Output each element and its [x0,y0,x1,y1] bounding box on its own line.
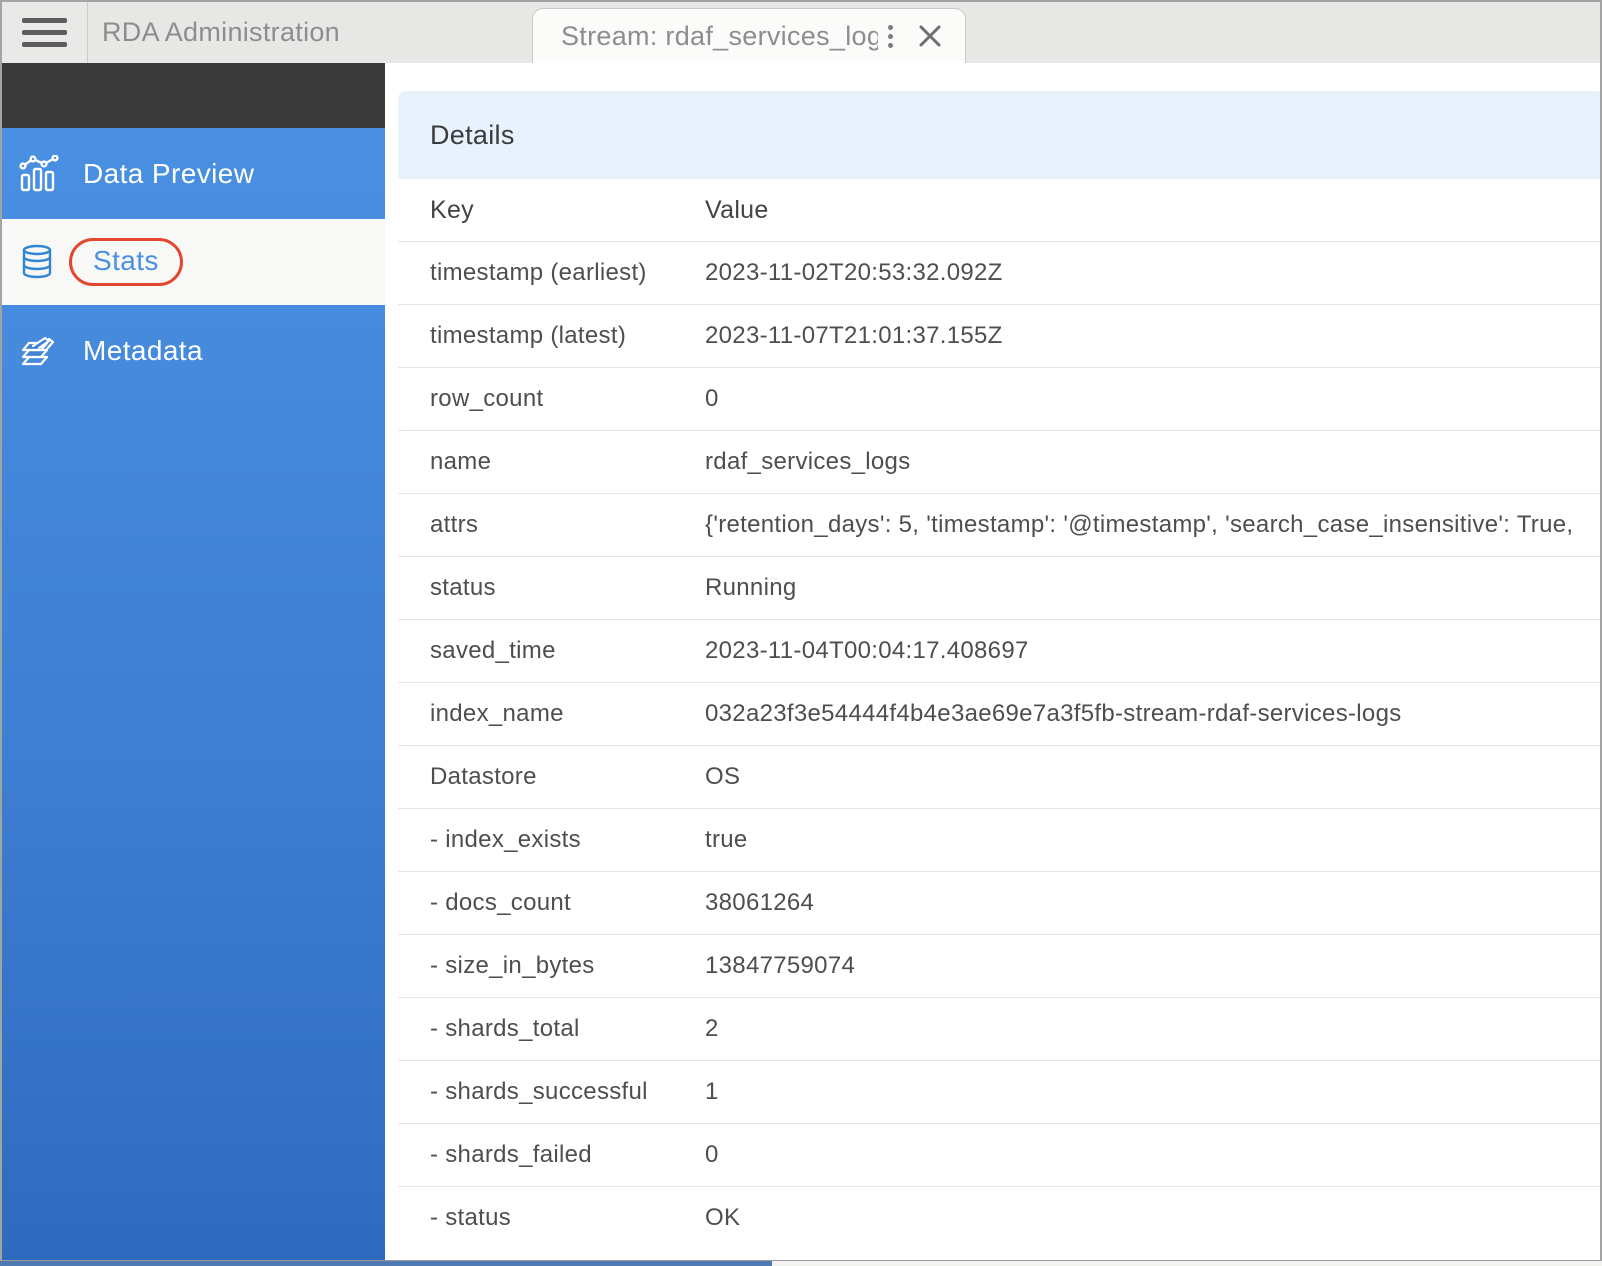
window-bottom-edge-accent [0,1261,772,1266]
table-row: - shards_failed 0 [398,1123,1600,1186]
sidebar-item-data-preview[interactable]: Data Preview [2,128,385,219]
main-content: Details Key Value timestamp (earliest) 2… [385,63,1600,1260]
row-key: - shards_successful [398,1078,705,1106]
row-value: 0 [705,385,1600,413]
table-row: saved_time 2023-11-04T00:04:17.408697 [398,619,1600,682]
table-row: row_count 0 [398,367,1600,430]
row-value: rdaf_services_logs [705,448,1600,476]
table-row: index_name 032a23f3e54444f4b4e3ae69e7a3f… [398,682,1600,745]
tab-bar-filler [966,2,1600,63]
kebab-menu-icon[interactable] [878,19,903,54]
row-key: attrs [398,511,705,539]
database-icon [19,244,59,280]
row-key: - shards_failed [398,1141,705,1169]
row-key: - shards_total [398,1015,705,1043]
table-row: attrs {'retention_days': 5, 'timestamp':… [398,493,1600,556]
table-row: - index_exists true [398,808,1600,871]
hamburger-icon [22,18,67,47]
row-value: 2023-11-04T00:04:17.408697 [705,637,1600,665]
sidebar-header [2,63,385,128]
row-value: 13847759074 [705,952,1600,980]
table-row: - docs_count 38061264 [398,871,1600,934]
column-header-key: Key [398,196,705,225]
table-row: - shards_successful 1 [398,1060,1600,1123]
sidebar-item-metadata[interactable]: Metadata [2,305,385,396]
close-icon[interactable] [917,23,943,49]
row-value: 0 [705,1141,1600,1169]
row-key: - docs_count [398,889,705,917]
app-window: RDA Administration Stream: rdaf_services… [0,0,1602,1262]
row-value: 2 [705,1015,1600,1043]
row-value: {'retention_days': 5, 'timestamp': '@tim… [705,511,1600,539]
row-value: 032a23f3e54444f4b4e3ae69e7a3f5fb-stream-… [705,700,1600,728]
tab-label: RDA Administration [102,17,340,48]
row-key: - status [398,1204,705,1232]
column-header-value: Value [705,196,1600,225]
sidebar-item-label: Data Preview [83,158,254,190]
details-table: Key Value timestamp (earliest) 2023-11-0… [398,179,1600,1249]
table-row: timestamp (earliest) 2023-11-02T20:53:32… [398,241,1600,304]
row-key: status [398,574,705,602]
window-bottom-edge [0,1261,1602,1266]
red-annotation-oval: Stats [69,238,183,286]
row-value: 2023-11-07T21:01:37.155Z [705,322,1600,350]
sidebar-item-label: Stats [93,245,159,277]
row-key: row_count [398,385,705,413]
row-key: - index_exists [398,826,705,854]
row-value: true [705,826,1600,854]
row-value: 38061264 [705,889,1600,917]
row-value: Running [705,574,1600,602]
row-value: OK [705,1204,1600,1232]
row-value: 1 [705,1078,1600,1106]
table-row: name rdaf_services_logs [398,430,1600,493]
table-body: timestamp (earliest) 2023-11-02T20:53:32… [398,241,1600,1249]
hamburger-menu-button[interactable] [2,2,88,63]
bar-chart-icon [19,155,59,193]
sidebar-nav: Data Preview Stats [2,128,385,1260]
row-key: - size_in_bytes [398,952,705,980]
row-key: timestamp (latest) [398,322,705,350]
sidebar: Data Preview Stats [2,63,385,1260]
sidebar-item-stats[interactable]: Stats [2,219,385,305]
row-key: index_name [398,700,705,728]
details-panel: Details Key Value timestamp (earliest) 2… [398,91,1600,1249]
screenshot-frame: RDA Administration Stream: rdaf_services… [0,0,1602,1266]
tab-bar: RDA Administration Stream: rdaf_services… [2,2,1600,63]
row-key: timestamp (earliest) [398,259,705,287]
sidebar-item-label: Metadata [83,335,203,367]
app-body: Data Preview Stats [2,63,1600,1260]
tab-label: Stream: rdaf_services_logs [561,21,878,52]
row-value: OS [705,763,1600,791]
table-row: status Running [398,556,1600,619]
panel-title: Details [430,120,515,151]
tab-stream-rdaf-services-logs[interactable]: Stream: rdaf_services_logs [532,8,966,63]
layers-icon [19,331,59,371]
row-value: 2023-11-02T20:53:32.092Z [705,259,1600,287]
table-row: Datastore OS [398,745,1600,808]
row-key: saved_time [398,637,705,665]
row-key: name [398,448,705,476]
tab-rda-administration[interactable]: RDA Administration [88,2,532,63]
row-key: Datastore [398,763,705,791]
table-row: - size_in_bytes 13847759074 [398,934,1600,997]
table-row: - shards_total 2 [398,997,1600,1060]
table-header-row: Key Value [398,179,1600,241]
table-row: - status OK [398,1186,1600,1249]
details-panel-header: Details [398,91,1600,179]
table-row: timestamp (latest) 2023-11-07T21:01:37.1… [398,304,1600,367]
